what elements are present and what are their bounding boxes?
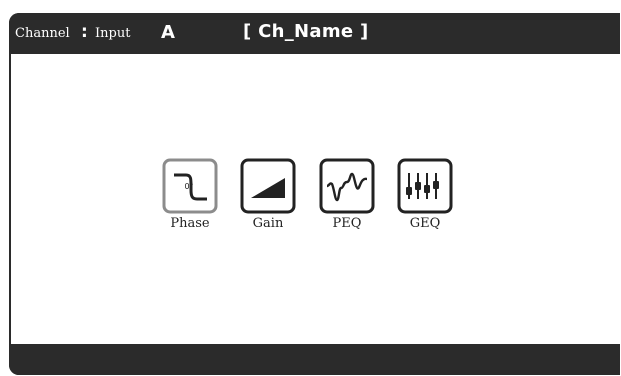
phase-icon: 0°	[162, 158, 218, 214]
channel-name: [ Ch_Name ]	[243, 21, 369, 42]
status-bar	[9, 344, 620, 375]
geq-button[interactable]: GEQ	[394, 158, 456, 231]
title-bar: Channel : Input A [ Ch_Name ]	[9, 13, 620, 53]
channel-letter: A	[161, 22, 175, 43]
geq-label: GEQ	[409, 216, 441, 231]
gain-button[interactable]: Gain	[237, 158, 299, 231]
peq-label: PEQ	[332, 216, 362, 231]
mode-label: Input	[95, 26, 131, 41]
phase-button[interactable]: 0° Phase	[159, 158, 221, 231]
title-separator: :	[81, 22, 88, 42]
peq-button[interactable]: PEQ	[316, 158, 378, 231]
phase-label: Phase	[170, 216, 210, 231]
channel-window: Channel : Input A [ Ch_Name ] 0° Phase G…	[9, 13, 620, 375]
gain-icon	[240, 158, 296, 214]
channel-label: Channel	[15, 26, 70, 41]
content-area: 0° Phase Gain PEQ GEQ	[11, 54, 620, 344]
phase-degree-text: 0°	[184, 182, 193, 191]
peq-icon	[319, 158, 375, 214]
geq-icon	[397, 158, 453, 214]
gain-label: Gain	[252, 216, 284, 231]
